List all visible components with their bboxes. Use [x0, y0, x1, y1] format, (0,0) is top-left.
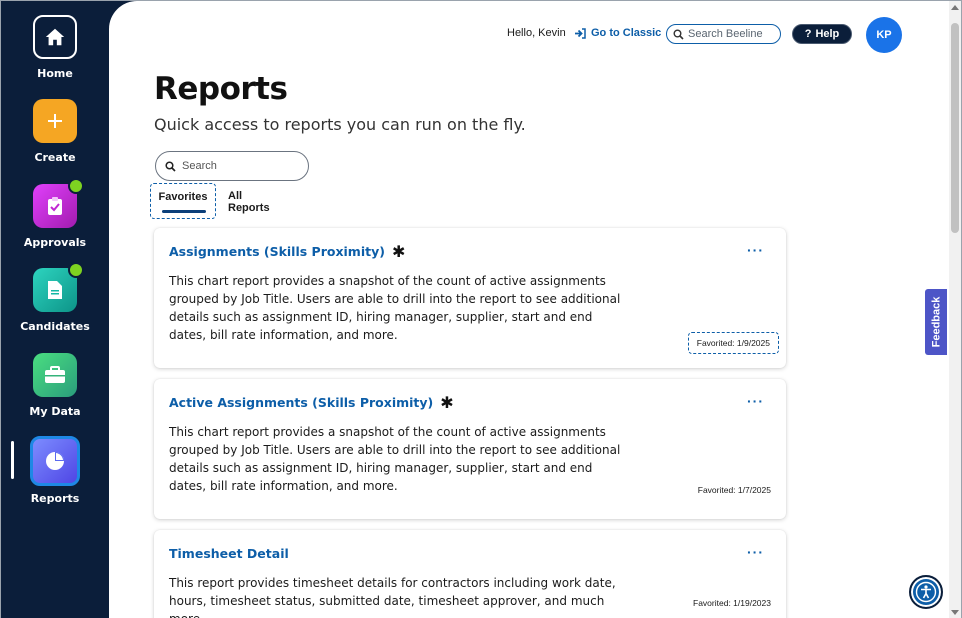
- sidebar-item-candidates[interactable]: Candidates: [1, 262, 109, 333]
- report-title-link[interactable]: Timesheet Detail: [169, 546, 289, 561]
- help-button[interactable]: ? Help: [792, 24, 852, 44]
- global-search[interactable]: [666, 24, 781, 44]
- sidebar-item-label: Approvals: [23, 236, 87, 249]
- tab-favorites[interactable]: Favorites: [150, 183, 216, 219]
- greeting: Hello, Kevin: [507, 27, 566, 39]
- report-search-input[interactable]: [182, 160, 302, 172]
- more-options-icon[interactable]: ···: [747, 393, 764, 409]
- report-title: Timesheet Detail: [169, 546, 289, 561]
- accessibility-icon: [915, 581, 937, 603]
- top-bar: Hello, Kevin Go to Classic ? Help KP: [109, 17, 961, 53]
- vertical-scrollbar[interactable]: [949, 1, 961, 618]
- more-options-icon[interactable]: ···: [747, 242, 764, 258]
- sidebar-item-label: Reports: [30, 492, 80, 505]
- sidebar-item-label: Create: [34, 151, 76, 164]
- user-avatar[interactable]: KP: [866, 17, 902, 53]
- home-icon: [33, 15, 77, 59]
- page-title: Reports: [154, 71, 288, 107]
- global-search-input[interactable]: [688, 28, 776, 40]
- asterisk-icon: ✱: [440, 392, 454, 412]
- sidebar-item-my-data[interactable]: My Data: [1, 353, 109, 418]
- tab-label: All Reports: [228, 190, 270, 214]
- favorited-date[interactable]: Favorited: 1/9/2025: [687, 332, 779, 354]
- sign-in-icon: [575, 27, 586, 39]
- tab-all-reports[interactable]: All Reports: [228, 183, 284, 219]
- sidebar-item-reports[interactable]: Reports: [1, 436, 109, 505]
- pie-chart-icon: [30, 436, 80, 486]
- sidebar-item-label: My Data: [29, 405, 81, 418]
- report-card: Timesheet Detail ··· This report provide…: [154, 530, 786, 618]
- accessibility-button[interactable]: [909, 575, 943, 609]
- report-title-link[interactable]: Assignments (Skills Proximity) ✱: [169, 241, 406, 261]
- briefcase-icon: [33, 353, 77, 397]
- page-subtitle: Quick access to reports you can run on t…: [154, 115, 526, 134]
- report-search[interactable]: [155, 151, 309, 181]
- go-to-classic-label: Go to Classic: [591, 27, 662, 39]
- sidebar-nav: Home Create Approvals Candidates My Data…: [1, 1, 109, 618]
- help-label: Help: [815, 28, 840, 40]
- sidebar-item-label: Candidates: [20, 320, 90, 333]
- active-tab-underline: [162, 210, 206, 213]
- sidebar-item-label: Home: [37, 67, 73, 80]
- feedback-label: Feedback: [930, 296, 942, 348]
- scroll-up-arrow-icon[interactable]: [951, 5, 959, 10]
- scroll-thumb[interactable]: [951, 23, 959, 233]
- feedback-tab[interactable]: Feedback: [925, 289, 947, 355]
- go-to-classic-link[interactable]: Go to Classic: [574, 27, 661, 39]
- report-card: Assignments (Skills Proximity) ✱ ··· Thi…: [154, 228, 786, 368]
- report-description: This report provides timesheet details f…: [169, 576, 616, 618]
- plus-icon: [33, 99, 77, 143]
- report-title: Active Assignments (Skills Proximity): [169, 395, 434, 410]
- main-content: Hello, Kevin Go to Classic ? Help KP Rep…: [109, 1, 961, 618]
- sidebar-item-home[interactable]: Home: [1, 15, 109, 80]
- notification-badge: [68, 178, 84, 194]
- report-card: Active Assignments (Skills Proximity) ✱ …: [154, 379, 786, 519]
- search-icon: [165, 160, 176, 172]
- tab-label: Favorites: [158, 191, 208, 203]
- report-title-link[interactable]: Active Assignments (Skills Proximity) ✱: [169, 392, 454, 412]
- clipboard-check-icon: [33, 178, 84, 228]
- report-title: Assignments (Skills Proximity): [169, 244, 385, 259]
- sidebar-item-approvals[interactable]: Approvals: [1, 178, 109, 249]
- search-icon: [673, 29, 684, 40]
- scroll-down-arrow-icon[interactable]: [951, 610, 959, 615]
- asterisk-icon: ✱: [391, 241, 406, 261]
- more-options-icon[interactable]: ···: [747, 544, 764, 560]
- help-icon: ?: [804, 28, 812, 40]
- report-description: This chart report provides a snapshot of…: [169, 274, 621, 342]
- report-description: This chart report provides a snapshot of…: [169, 425, 621, 493]
- sidebar-item-create[interactable]: Create: [1, 99, 109, 164]
- notification-badge: [68, 262, 84, 278]
- document-icon: [33, 262, 84, 312]
- favorited-date: Favorited: 1/7/2025: [697, 485, 771, 495]
- favorited-date: Favorited: 1/19/2023: [693, 598, 771, 608]
